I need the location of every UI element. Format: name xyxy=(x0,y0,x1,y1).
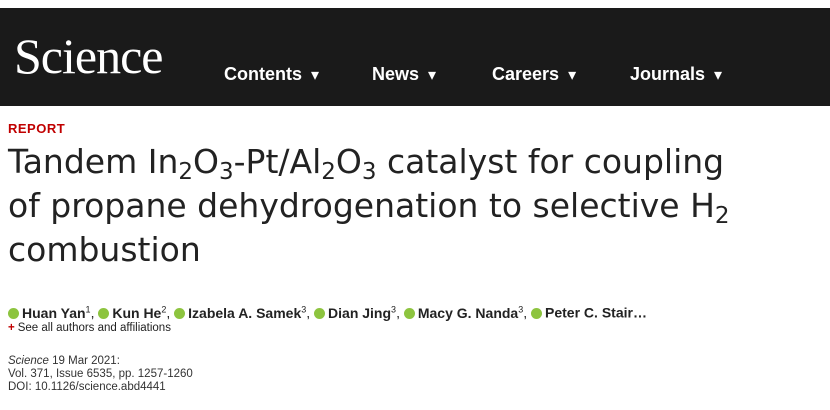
title-subscript: 2 xyxy=(714,203,730,229)
date-text: 19 Mar 2021: xyxy=(52,355,120,367)
title-text: O xyxy=(335,142,362,181)
author-name: Macy G. Nanda xyxy=(417,304,519,321)
title-subscript: 2 xyxy=(321,159,336,185)
nav-news-label: News xyxy=(372,64,420,84)
doi[interactable]: DOI: 10.1126/science.abd4441 xyxy=(8,381,193,394)
chevron-down-icon: ▾ xyxy=(568,67,577,84)
site-header: Science Contents ▾ News ▾ Careers ▾ Journal… xyxy=(0,8,830,106)
nav-journals[interactable]: Journals ▾ xyxy=(630,62,722,88)
title-text: Tandem In xyxy=(8,142,179,181)
title-text: -Pt/Al xyxy=(233,142,322,181)
article-title: Tandem In2O3-Pt/Al2O3 catalyst for coupl… xyxy=(8,140,823,272)
plus-icon: + xyxy=(8,322,15,334)
orcid-icon[interactable] xyxy=(314,307,326,319)
citation-info: Science 19 Mar 2021: Vol. 371, Issue 653… xyxy=(8,355,193,394)
author-link[interactable]: Kun He2 xyxy=(112,304,167,321)
affiliation-number: 2 xyxy=(161,304,167,314)
title-text: catalyst for coupling xyxy=(376,142,725,181)
title-text: of propane dehydrogenation to selective … xyxy=(8,186,715,225)
science-logo[interactable]: Science xyxy=(14,26,163,86)
title-subscript: 2 xyxy=(178,159,194,185)
see-all-authors-link[interactable]: + See all authors and affiliations xyxy=(8,322,171,334)
orcid-icon[interactable] xyxy=(8,307,19,319)
author-name: Kun He xyxy=(112,304,162,321)
author-link[interactable]: Dian Jing3 xyxy=(328,304,397,321)
orcid-icon[interactable] xyxy=(531,307,543,319)
title-text: O xyxy=(193,142,219,181)
see-all-label: See all authors and affiliations xyxy=(17,322,171,334)
orcid-icon[interactable] xyxy=(403,307,415,319)
author-name: Huan Yan xyxy=(22,304,86,321)
journal-name: Science xyxy=(8,355,49,367)
author-link[interactable]: Izabela A. Samek3 xyxy=(188,304,307,321)
chevron-down-icon: ▾ xyxy=(428,67,437,84)
author-name: Peter C. Stair… xyxy=(545,304,647,321)
nav-contents-label: Contents xyxy=(224,64,302,84)
publication-date: Science 19 Mar 2021: xyxy=(8,355,193,368)
nav-contents[interactable]: Contents ▾ xyxy=(224,62,319,88)
author-link[interactable]: Peter C. Stair… xyxy=(545,305,647,321)
article-type-label: REPORT xyxy=(8,121,66,136)
chevron-down-icon: ▾ xyxy=(311,67,320,84)
author-list: Huan Yan1, Kun He2, Izabela A. Samek3, D… xyxy=(8,299,647,323)
orcid-icon[interactable] xyxy=(174,307,186,319)
chevron-down-icon: ▾ xyxy=(714,67,723,84)
volume-info: Vol. 371, Issue 6535, pp. 1257-1260 xyxy=(8,368,193,380)
title-text: combustion xyxy=(8,230,201,269)
affiliation-number: 1 xyxy=(85,304,91,314)
affiliation-number: 3 xyxy=(301,304,307,314)
title-subscript: 3 xyxy=(361,159,377,185)
author-name: Dian Jing xyxy=(328,304,392,321)
affiliation-number: 3 xyxy=(391,304,397,314)
nav-journals-label: Journals xyxy=(630,64,706,84)
top-border xyxy=(0,0,830,8)
title-subscript: 3 xyxy=(219,159,234,185)
author-name: Izabela A. Samek xyxy=(188,304,302,321)
affiliation-number: 3 xyxy=(518,304,524,314)
author-link[interactable]: Huan Yan1 xyxy=(22,304,91,321)
author-link[interactable]: Macy G. Nanda3 xyxy=(417,304,524,321)
nav-careers-label: Careers xyxy=(492,64,560,84)
nav-news[interactable]: News ▾ xyxy=(372,62,436,88)
nav-careers[interactable]: Careers ▾ xyxy=(492,62,576,88)
orcid-icon[interactable] xyxy=(98,307,110,319)
